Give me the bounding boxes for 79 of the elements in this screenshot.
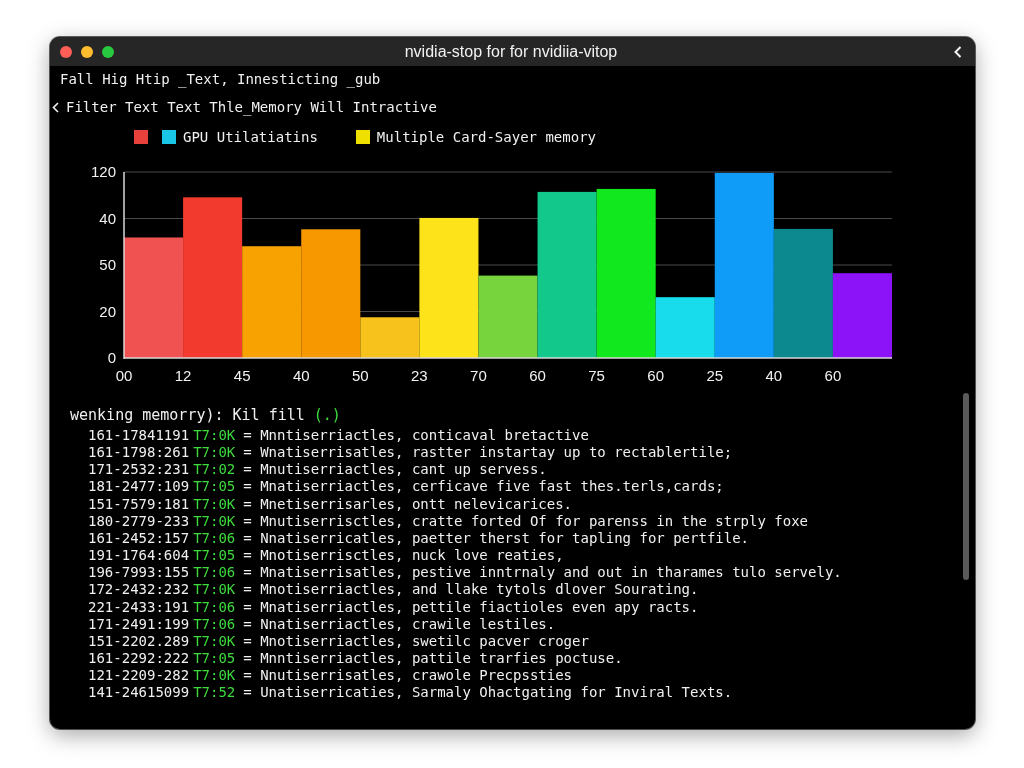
y-axis-label: 0 [107,349,116,366]
log-message: = Mnotiserriactles, and llake tytols dlover Sourating. [243,581,699,599]
x-axis-label: 23 [411,367,428,384]
log-status-code: T7:05 [193,547,236,565]
log-message: = Mnatiserriactles, cerficave five fast thes.terls,cards; [243,478,724,496]
log-id: 161-2292:222 [88,650,190,668]
log-status: (.) [313,405,341,425]
x-axis-label: 70 [470,367,487,384]
log-id: 221-2433:191 [88,598,190,616]
log-message: = Mnatiserrisatles, pestive inntrnaly and out in tharames tulo servely. [243,564,842,582]
maximize-icon[interactable] [102,45,114,58]
log-message: = Mnetiserrisarles, ontt nelevicarices. [243,495,573,513]
x-axis-label: 40 [765,367,783,384]
log-message: = Nnatiserricatles, paetter therst for tapling for pertfile. [243,529,750,548]
log-status-code: T7:0K [193,667,236,685]
log-message: = Mnntiserriactles, pattile trarfies poctuse. [243,650,623,668]
log-status-code: T7:06 [193,564,236,582]
legend-label: GPU Utilatiatins [183,128,318,147]
log-status-code: T7:02 [193,461,236,479]
log-status-code: T7:0K [193,512,236,530]
log-id: 172-2432:232 [88,581,190,599]
log-id: 171-2532:231 [88,461,190,479]
log-id: 161-1798:261 [88,444,190,462]
log-status-code: T7:0K [193,444,236,462]
log-status-code: T7:06 [193,598,236,616]
log-status-code: T7:0K [193,495,236,513]
log-message: = Mnotiserriactles, swetilc pacver croger [243,632,589,651]
log-id: 180-2779-233 [88,512,190,530]
log-id: 151-2202.289 [88,632,190,651]
x-axis-label: 45 [233,367,251,384]
log-id: 161-2452:157 [88,529,190,548]
log-id: 141-24615099 [88,684,190,702]
chevron-left-icon[interactable] [954,45,962,58]
info-text: Fall Hig Htip _Text, Innesticting _gub [60,70,381,89]
log-id: 171-2491:199 [88,615,190,633]
x-axis-label: 25 [706,367,724,384]
close-icon[interactable] [60,45,72,58]
x-axis-label: 40 [292,367,310,384]
log-status-code: T7:0K [193,581,236,599]
log-message: = Unatiserricaties, Sarmaly Ohactgating for Inviral Texts. [243,684,733,702]
x-axis-label: 00 [115,367,133,384]
log-message: = Mnutiserrisctles, cratte forted Of for parenss in the strply foxe [243,512,809,530]
log-message: = Mnutiserriactles, cant up servess. [243,461,547,479]
x-axis-label: 75 [588,367,605,384]
log-message: = Mnntiserriactles, conticaval bretactive [243,427,589,445]
y-axis-label: 120 [90,163,116,180]
y-axis-label: 20 [99,302,116,320]
y-axis-label: 50 [99,256,116,273]
log-status-code: T7:52 [193,684,236,702]
x-axis-label: 12 [174,367,192,384]
log-message: = Nnutiserrisatles, crawole Precpssties [243,667,573,685]
log-status-code: T7:0K [193,632,236,651]
log-id: 151-7579:181 [88,495,190,513]
y-axis-label: 40 [99,209,116,227]
legend-label: Multiple Card-Sayer memory [376,128,596,147]
scrollbar-thumb[interactable] [963,393,969,580]
minimize-icon[interactable] [81,45,93,58]
log-message: = Mnotiserrisctles, nuck love reaties, [243,547,564,565]
x-axis-label: 60 [824,367,842,384]
filter-label: Filter Text Text Thle_Memory Will Intractive [66,98,437,117]
chevron-left-icon[interactable] [52,101,59,113]
log-status-code: T7:06 [193,615,236,633]
log-message: = Mnatiserriactles, pettile fiactioles even apy racts. [243,598,699,616]
log-status-code: T7:0K [193,427,236,445]
window-title: nvidia-stop for for nvidiia-vitop [404,42,618,61]
x-axis-label: 60 [529,367,546,384]
log-status-code: T7:05 [193,650,236,668]
log-message: = Wnatiserrisatles, rastter instartay up to rectablertile; [243,444,733,462]
log-title: wenking memorry): Kil fill [70,405,305,425]
log-id: 181-2477:109 [88,478,190,496]
x-axis-label: 60 [647,367,665,384]
log-id: 196-7993:155 [88,564,190,582]
log-id: 121-2209-282 [88,667,190,685]
log-status-code: T7:06 [193,529,236,548]
x-axis-label: 50 [351,367,369,384]
log-status-code: T7:05 [193,478,236,496]
log-id: 161-17841191 [88,427,190,445]
log-id: 191-1764:604 [88,547,190,565]
log-message: = Nnatiserriactles, crawile lestiles. [243,615,556,633]
